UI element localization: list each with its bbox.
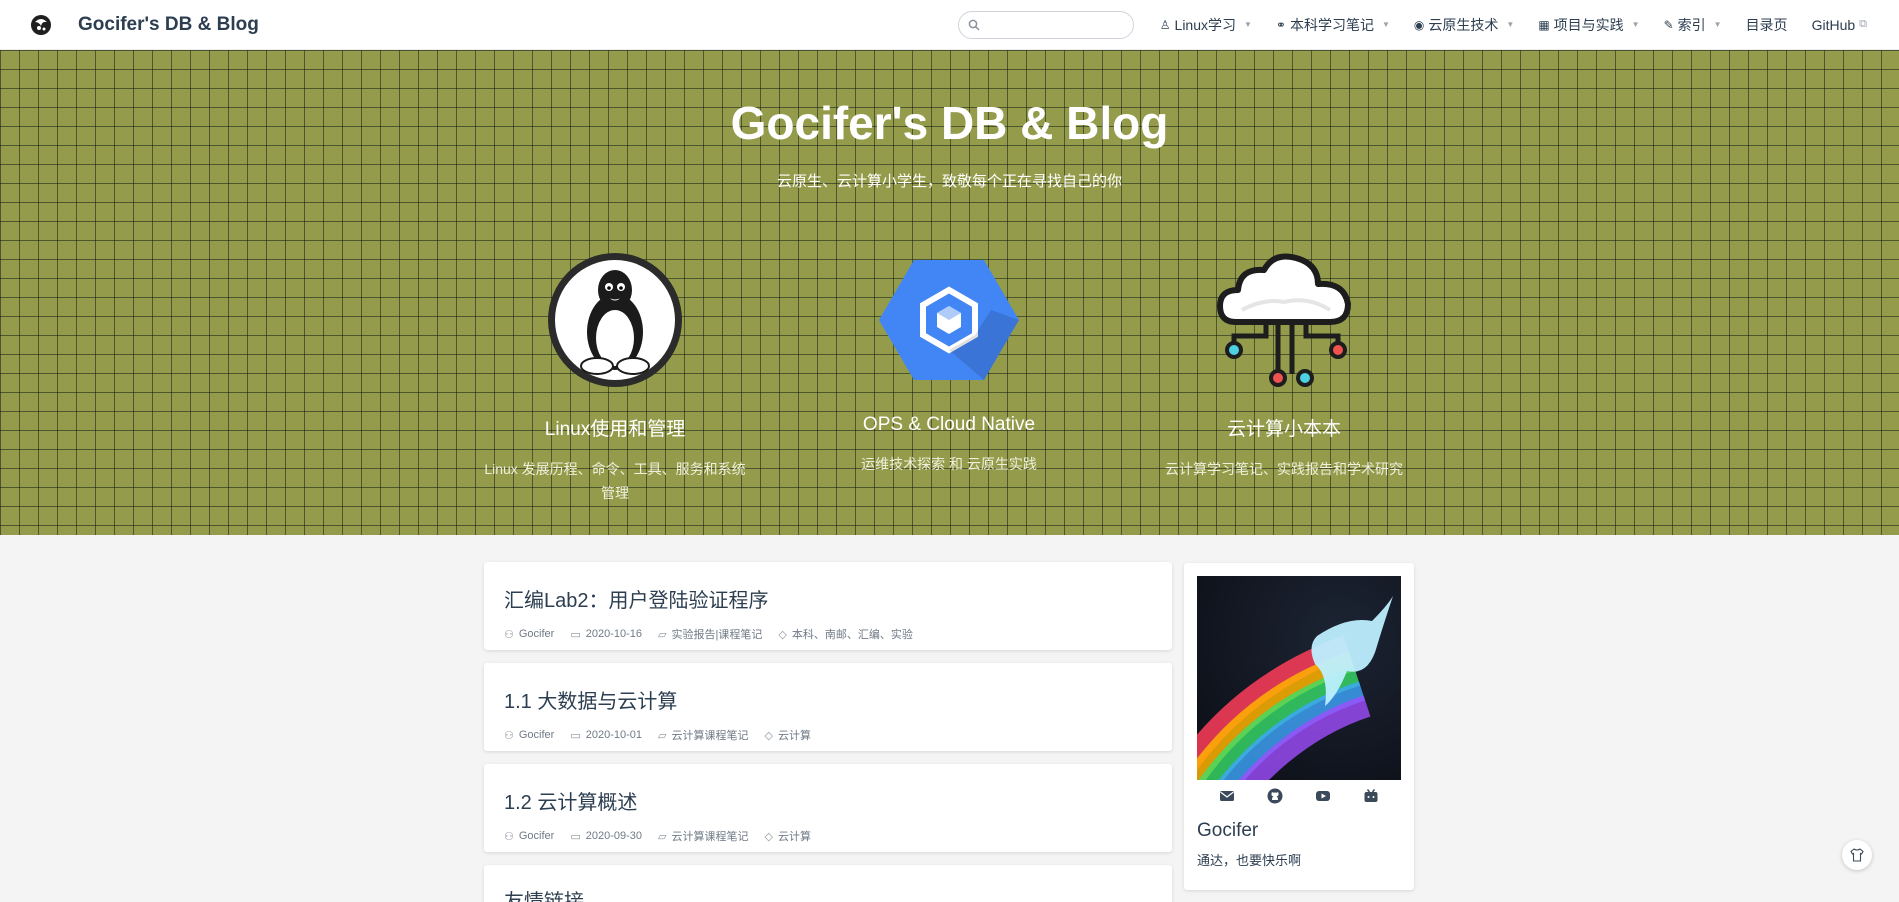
- tux-icon: ♙: [1159, 17, 1171, 32]
- nav-item-label: Linux学习: [1174, 16, 1236, 33]
- hero-banner: Gocifer's DB & Blog 云原生、云计算小学生，致敬每个正在寻找自…: [0, 50, 1899, 535]
- post-category[interactable]: 实验报告|课程笔记: [672, 626, 763, 642]
- calendar-icon: ▭: [570, 628, 581, 641]
- calendar-icon: ▭: [570, 830, 581, 843]
- post-tags[interactable]: 云计算: [778, 828, 811, 844]
- post-title[interactable]: 1.2 云计算概述: [504, 786, 1152, 815]
- bilibili-icon[interactable]: [1363, 788, 1379, 804]
- post-category[interactable]: 云计算课程笔记: [672, 727, 749, 743]
- user-icon: ⚇: [504, 830, 514, 843]
- folder-icon: ▱: [658, 729, 667, 742]
- nav-item-projects[interactable]: ▦ 项目与实践 ▼: [1526, 0, 1651, 50]
- navbar: Gocifer's DB & Blog ♙ Linux学习 ▼ ⚭ 本科学习笔记…: [0, 0, 1899, 50]
- nav-item-label: 云原生技术: [1428, 16, 1499, 33]
- avatar: [1197, 576, 1401, 780]
- chevron-down-icon: ▼: [1381, 20, 1390, 29]
- search-icon: [968, 19, 980, 31]
- theme-toggle-button[interactable]: [1842, 840, 1872, 870]
- post-card[interactable]: 汇编Lab2：用户登陆验证程序 ⚇ Gocifer ▭ 2020-10-16 ▱ 实验…: [484, 562, 1172, 650]
- site-name[interactable]: Gocifer's DB & Blog: [78, 14, 259, 36]
- post-date: 2020-09-30: [585, 830, 643, 842]
- nav-item-label: 索引: [1677, 16, 1706, 33]
- feature-cloud-computing[interactable]: 云计算小本本 云计算学习笔记、实践报告和学术研究: [1149, 250, 1419, 481]
- nav-item-toc[interactable]: 目录页: [1734, 0, 1800, 50]
- hero-subtitle: 云原生、云计算小学生，致敬每个正在寻找自己的你: [776, 173, 1122, 190]
- grid-icon: ▦: [1538, 17, 1550, 32]
- profile-motto: 通达，也要快乐啊: [1197, 853, 1302, 868]
- feature-desc: 运维技术探索 和 云原生实践: [861, 456, 1037, 472]
- globe-icon: ◉: [1413, 17, 1425, 32]
- tag-icon: ◇: [764, 729, 773, 742]
- shirt-icon: [1850, 848, 1864, 862]
- folder-icon: ▱: [658, 830, 667, 843]
- mail-icon[interactable]: [1219, 788, 1235, 804]
- cloud-build-hexagon-icon: [879, 250, 1019, 390]
- nav-item-label: 目录页: [1745, 16, 1788, 33]
- nav-item-github[interactable]: GitHub ⧉: [1800, 0, 1879, 50]
- chevron-down-icon: ▼: [1506, 20, 1515, 29]
- nav-item-label: 项目与实践: [1553, 16, 1624, 33]
- post-title[interactable]: 友情链接: [504, 885, 1152, 902]
- post-meta: ⚇ Gocifer ▭ 2020-09-30 ▱ 云计算课程笔记 ◇ 云计算: [504, 828, 1152, 844]
- feature-desc: 云计算学习笔记、实践报告和学术研究: [1165, 461, 1403, 477]
- user-icon: ⚇: [504, 628, 514, 641]
- hero-title: Gocifer's DB & Blog: [730, 97, 1169, 149]
- chevron-down-icon: ▼: [1631, 20, 1640, 29]
- link-icon: ⚭: [1275, 17, 1286, 32]
- profile-card: Gocifer 通达，也要快乐啊: [1184, 563, 1414, 890]
- profile-name: Gocifer: [1197, 820, 1259, 841]
- user-icon: ⚇: [504, 729, 514, 742]
- youtube-icon[interactable]: [1315, 788, 1331, 804]
- post-tags[interactable]: 云计算: [778, 727, 811, 743]
- chevron-down-icon: ▼: [1244, 20, 1252, 29]
- post-tags[interactable]: 本科、南邮、汇编、实验: [792, 626, 913, 642]
- post-author[interactable]: Gocifer: [519, 628, 554, 640]
- feature-title: OPS & Cloud Native: [862, 414, 1036, 435]
- calendar-icon: ▭: [570, 729, 581, 742]
- github-icon[interactable]: [1267, 788, 1283, 804]
- nav-item-undergrad-notes[interactable]: ⚭ 本科学习笔记 ▼: [1264, 0, 1402, 50]
- nav-item-index[interactable]: ✎ 索引 ▼: [1652, 0, 1734, 50]
- nav-item-cloud-native[interactable]: ◉ 云原生技术 ▼: [1402, 0, 1526, 50]
- nav-item-linux[interactable]: ♙ Linux学习 ▼: [1148, 0, 1264, 50]
- feature-ops-cloud-native[interactable]: OPS & Cloud Native 运维技术探索 和 云原生实践: [814, 250, 1084, 476]
- feature-linux[interactable]: Linux使用和管理 Linux 发展历程、命令、工具、服务和系统管理: [480, 250, 750, 505]
- site-logo-icon[interactable]: [28, 11, 54, 38]
- feature-desc: Linux 发展历程、命令、工具、服务和系统管理: [484, 461, 746, 501]
- post-title[interactable]: 汇编Lab2：用户登陆验证程序: [504, 584, 1152, 613]
- post-author[interactable]: Gocifer: [519, 729, 554, 741]
- chevron-down-icon: ▼: [1713, 20, 1722, 29]
- post-date: 2020-10-16: [585, 628, 643, 640]
- external-link-icon: ⧉: [1859, 18, 1867, 30]
- nav-item-label: GitHub: [1811, 16, 1856, 33]
- post-card[interactable]: 1.1 大数据与云计算 ⚇ Gocifer ▭ 2020-10-01 ▱ 云计算课程笔…: [484, 663, 1172, 751]
- feature-title: 云计算小本本: [1226, 419, 1341, 440]
- tux-penguin-icon: [545, 250, 685, 390]
- search-input[interactable]: [985, 17, 1126, 32]
- post-date: 2020-10-01: [585, 729, 643, 741]
- nav-item-label: 本科学习笔记: [1289, 16, 1374, 33]
- post-category[interactable]: 云计算课程笔记: [672, 828, 749, 844]
- post-meta: ⚇ Gocifer ▭ 2020-10-01 ▱ 云计算课程笔记 ◇ 云计算: [504, 727, 1152, 743]
- feature-title: Linux使用和管理: [544, 419, 686, 440]
- social-links: [1197, 788, 1401, 804]
- post-card[interactable]: 友情链接: [484, 865, 1172, 902]
- cloud-network-icon: [1214, 250, 1354, 390]
- post-title[interactable]: 1.1 大数据与云计算: [504, 685, 1152, 714]
- post-author[interactable]: Gocifer: [519, 830, 554, 842]
- post-card[interactable]: 1.2 云计算概述 ⚇ Gocifer ▭ 2020-09-30 ▱ 云计算课程笔记 …: [484, 764, 1172, 852]
- post-meta: ⚇ Gocifer ▭ 2020-10-16 ▱ 实验报告|课程笔记 ◇ 本科、南邮、汇…: [504, 626, 1152, 642]
- search-box[interactable]: [957, 10, 1134, 39]
- pen-icon: ✎: [1663, 17, 1674, 32]
- folder-icon: ▱: [658, 628, 667, 641]
- tag-icon: ◇: [764, 830, 773, 843]
- tag-icon: ◇: [778, 628, 787, 641]
